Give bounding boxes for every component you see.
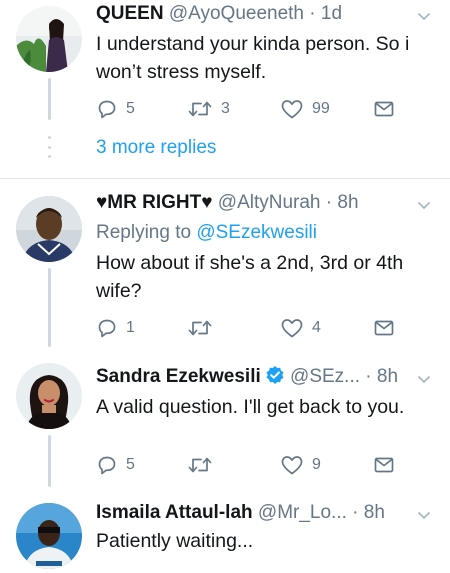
replying-to-label: Replying to (96, 222, 192, 243)
tweet-header: ♥MR RIGHT♥ @AltyNurah · 8h (96, 189, 406, 217)
tweet-text: A valid question. I'll get back to you. (96, 396, 405, 418)
timestamp[interactable]: 8h (364, 502, 385, 523)
chevron-down-icon[interactable] (416, 197, 432, 213)
tweet-ismaila-attaul-lah[interactable]: Ismaila Attaul-lah @Mr_Lo... · 8h Patien… (0, 487, 450, 573)
tweet-actions: 5 9 (96, 453, 416, 477)
separator: · (325, 192, 333, 213)
timestamp[interactable]: 8h (337, 192, 358, 213)
retweet-icon (188, 457, 212, 473)
like-button[interactable]: 4 (280, 316, 321, 340)
direct-message-button[interactable] (373, 316, 395, 340)
chevron-down-icon[interactable] (416, 507, 432, 523)
avatar-image (16, 503, 82, 569)
tweet-header: Ismaila Attaul-lah @Mr_Lo... · 8h (96, 499, 406, 527)
avatar[interactable] (16, 363, 82, 429)
separator: · (352, 502, 359, 523)
avatar-image (16, 196, 82, 262)
heart-icon (281, 100, 303, 119)
chevron-down-icon[interactable] (416, 8, 432, 24)
envelope-icon (374, 320, 394, 336)
tweet-text: I understand your kinda person. So i won… (96, 33, 410, 83)
like-count: 99 (312, 100, 330, 117)
like-button[interactable]: 9 (280, 453, 321, 477)
display-name[interactable]: QUEEN (96, 3, 164, 24)
tweet-text: Patiently waiting... (96, 530, 254, 552)
thread-dots (46, 136, 53, 158)
reply-count: 5 (126, 456, 135, 473)
tweet-header: Sandra Ezekwesili @SEz... · 8h (96, 363, 406, 391)
retweet-count: 3 (221, 100, 230, 117)
separator: · (309, 3, 316, 24)
reply-count: 5 (126, 100, 135, 117)
mention-link[interactable]: @SEzekwesili (196, 222, 317, 243)
user-handle[interactable]: @AyoQueeneth (169, 3, 304, 24)
tweet-actions: 1 4 (96, 316, 416, 340)
retweet-button[interactable] (187, 453, 221, 477)
display-name[interactable]: Ismaila Attaul-lah (96, 502, 253, 523)
like-count: 9 (312, 456, 321, 473)
tweet-actions: 5 3 99 (96, 97, 416, 121)
thread-line (48, 268, 51, 347)
envelope-icon (374, 101, 394, 117)
tweet-queen[interactable]: QUEEN @AyoQueeneth · 1d I understand you… (0, 0, 450, 178)
reply-button[interactable]: 5 (96, 97, 135, 121)
direct-message-button[interactable] (373, 97, 395, 121)
reply-icon (98, 456, 116, 475)
avatar-image (16, 363, 82, 429)
user-handle[interactable]: @Mr_Lo... (258, 502, 347, 523)
envelope-icon (374, 457, 394, 473)
timestamp[interactable]: 1d (321, 3, 342, 24)
direct-message-button[interactable] (373, 453, 395, 477)
timestamp[interactable]: 8h (377, 366, 398, 387)
tweet-header: QUEEN @AyoQueeneth · 1d (96, 0, 406, 28)
tweet-text: How about if she's a 2nd, 3rd or 4th wif… (96, 252, 404, 302)
chevron-down-icon[interactable] (416, 371, 432, 387)
tweet-sandra-ezekwesili[interactable]: Sandra Ezekwesili @SEz... · 8h A valid q… (0, 347, 450, 487)
avatar[interactable] (16, 196, 82, 262)
heart-icon (281, 456, 303, 475)
reply-icon (98, 319, 116, 338)
reply-button[interactable]: 5 (96, 453, 135, 477)
user-handle[interactable]: @AltyNurah (218, 192, 321, 213)
reply-button[interactable]: 1 (96, 316, 135, 340)
avatar[interactable] (16, 6, 82, 72)
thread-line (48, 435, 51, 487)
retweet-icon (188, 320, 212, 336)
retweet-button[interactable] (187, 316, 221, 340)
more-replies-link[interactable]: 3 more replies (96, 135, 216, 161)
display-name[interactable]: ♥MR RIGHT♥ (96, 192, 213, 213)
avatar-image (16, 6, 82, 72)
retweet-button[interactable]: 3 (187, 97, 230, 121)
display-name[interactable]: Sandra Ezekwesili (96, 366, 261, 387)
verified-badge-icon (266, 366, 284, 384)
like-button[interactable]: 99 (280, 97, 330, 121)
like-count: 4 (312, 319, 321, 336)
reply-count: 1 (126, 319, 135, 336)
reply-icon (98, 100, 116, 119)
avatar[interactable] (16, 503, 82, 569)
heart-icon (281, 319, 303, 338)
user-handle[interactable]: @SEz... (290, 366, 360, 387)
tweet-mr-right[interactable]: ♥MR RIGHT♥ @AltyNurah · 8h Replying to @… (0, 179, 450, 347)
replying-to: Replying to @SEzekwesili (96, 220, 317, 246)
separator: · (365, 366, 372, 387)
retweet-icon (188, 101, 212, 117)
thread-line (48, 78, 51, 120)
